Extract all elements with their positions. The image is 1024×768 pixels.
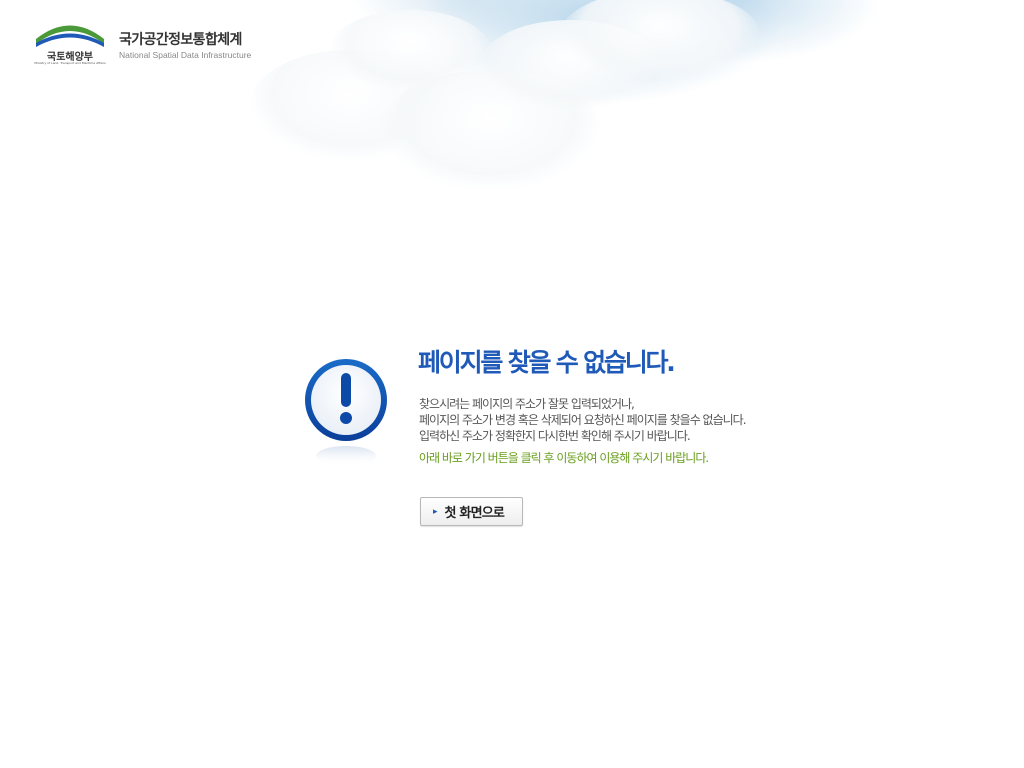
error-message-line: 페이지의 주소가 변경 혹은 삭제되어 요청하신 페이지를 찾을수 없습니다. [419,413,747,427]
error-message-line: 찾으시려는 페이지의 주소가 잘못 입력되었거나, [419,397,635,411]
go-home-button[interactable]: ▸ 첫 화면으로 [420,497,523,526]
cloud-decoration [250,50,450,160]
error-title: 페이지를 찾을 수 없습니다. [418,348,676,377]
go-home-button-label: 첫 화면으로 [444,506,505,521]
error-page: 국토해양부 Ministry of Land, Transport and Ma… [0,0,1024,768]
logo-titles: 국가공간정보통합체계 National Spatial Data Infrast… [119,31,251,61]
emblem-sublabel: Ministry of Land, Transport and Maritime… [34,61,106,65]
ministry-emblem-icon [36,25,104,47]
site-logo[interactable]: 국토해양부 Ministry of Land, Transport and Ma… [34,24,251,66]
exclamation-circle-icon [302,356,390,472]
cloud-decoration [480,20,660,110]
cloud-decoration [380,70,600,190]
sky-background [180,0,880,200]
guide-message: 아래 바로 가기 버튼을 클릭 후 이동하여 이용해 주시기 바랍니다. [419,451,709,465]
cloud-decoration [330,10,490,90]
site-title: 국가공간정보통합체계 [119,32,242,48]
error-message-line: 입력하신 주소가 정확한지 다시한번 확인해 주시기 바랍니다. [419,429,691,443]
cloud-decoration [560,0,760,80]
chevron-right-icon: ▸ [433,506,438,517]
ministry-emblem: 국토해양부 Ministry of Land, Transport and Ma… [34,24,106,66]
site-subtitle: National Spatial Data Infrastructure [119,50,252,60]
